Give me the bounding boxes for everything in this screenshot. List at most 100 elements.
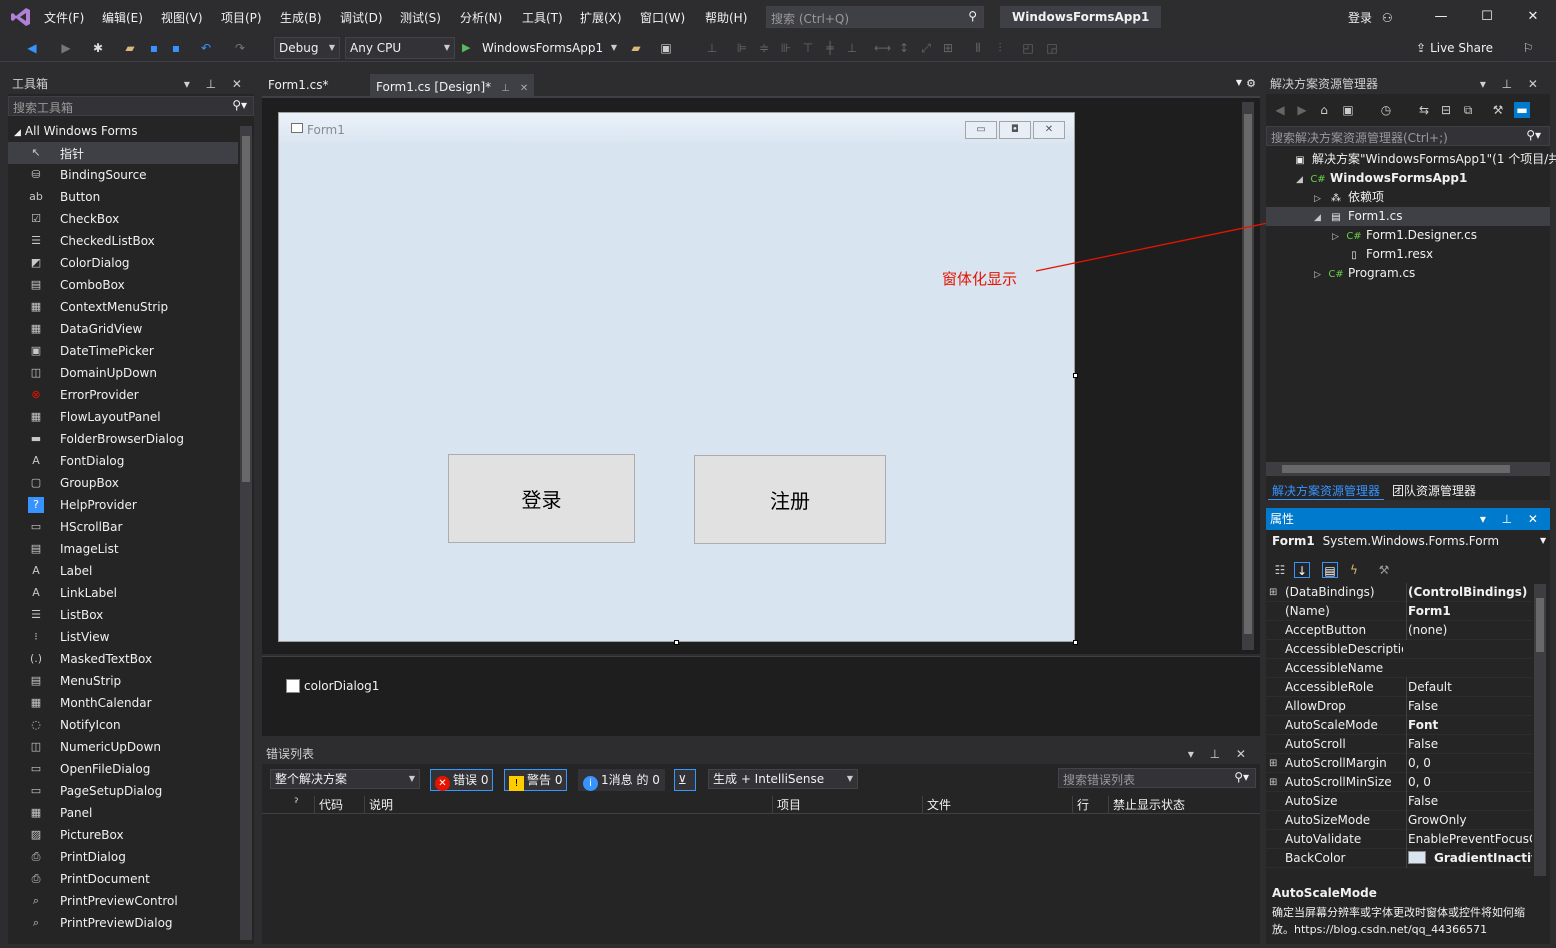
properties-view-icon[interactable]: ▤ <box>1322 562 1338 578</box>
undo-icon[interactable]: ↶ <box>198 40 214 56</box>
resize-handle-right[interactable] <box>1073 373 1078 378</box>
toolbox-item[interactable]: ⌕ PrintPreviewDialog <box>8 912 238 934</box>
messages-filter-button[interactable]: i 1消息 的 0 <box>578 769 665 791</box>
solution-explorer-search-input[interactable]: 搜索解决方案资源管理器(Ctrl+;) ⚲▾ <box>1266 126 1550 146</box>
toolbox-item[interactable]: ▭ HScrollBar <box>8 516 238 538</box>
property-value[interactable]: Form1 <box>1406 602 1532 621</box>
property-row[interactable]: ⊞ (DataBindings) (ControlBindings) <box>1266 583 1532 602</box>
start-debug-icon[interactable]: ▶ <box>462 41 470 54</box>
menu-item[interactable]: 扩展(X) <box>580 9 622 26</box>
property-row[interactable]: AccessibleDescriptio <box>1266 640 1532 659</box>
errors-filter-button[interactable]: ✕ 错误 0 <box>430 769 494 791</box>
toolbox-item[interactable]: ⎙ PrintDocument <box>8 868 238 890</box>
live-share-button[interactable]: ⇪ Live Share <box>1416 41 1493 55</box>
save-all-icon[interactable]: ▪ <box>168 40 184 56</box>
bring-to-front-icon[interactable]: ◰ <box>1020 40 1036 56</box>
chevron-down-icon[interactable]: ▼ <box>606 40 622 56</box>
column-description[interactable]: 说明 <box>364 796 393 814</box>
tree-item[interactable]: ▣ 解决方案"WindowsFormsApp1"(1 个项目/共 <box>1278 150 1556 169</box>
configuration-select[interactable]: Debug ▼ <box>274 37 340 59</box>
property-row[interactable]: ⊞ AutoScrollMinSize 0, 0 <box>1266 773 1532 792</box>
property-value[interactable]: Default <box>1406 678 1532 697</box>
toolbox-item[interactable]: ▦ MonthCalendar <box>8 692 238 714</box>
expand-arrow-icon[interactable]: ◢ <box>1314 209 1328 228</box>
panel-controls[interactable]: ▾ ⊥ ✕ <box>1480 74 1544 94</box>
tree-item[interactable]: ▷ C# Form1.Designer.cs <box>1332 226 1477 245</box>
toolbox-item[interactable]: ⛁ BindingSource <box>8 164 238 186</box>
redo-icon[interactable]: ↷ <box>232 40 248 56</box>
preview-icon[interactable]: ▬ <box>1514 102 1530 118</box>
pending-changes-icon[interactable]: ◷ <box>1378 102 1394 118</box>
property-pages-wrench-icon[interactable]: ⚒ <box>1376 562 1392 578</box>
scrollbar-thumb[interactable] <box>1536 598 1544 652</box>
show-all-files-icon[interactable]: ⧉ <box>1460 102 1476 118</box>
toolbox-item[interactable]: ☰ ListBox <box>8 604 238 626</box>
tree-item[interactable]: ▷ C# Program.cs <box>1314 264 1415 283</box>
designer-scrollbar[interactable] <box>1242 102 1254 650</box>
column-code[interactable]: 代码 <box>314 796 343 814</box>
events-lightning-icon[interactable]: ϟ <box>1346 562 1362 578</box>
toolbox-item[interactable]: ▨ PictureBox <box>8 824 238 846</box>
collapse-all-icon[interactable]: ⊟ <box>1438 102 1454 118</box>
solution-explorer-hscrollbar[interactable] <box>1266 462 1550 476</box>
toolbox-item[interactable]: ◫ DomainUpDown <box>8 362 238 384</box>
align-top-icon[interactable]: ⊤ <box>800 40 816 56</box>
visual-studio-logo-icon[interactable] <box>10 6 32 28</box>
expand-icon[interactable]: ⊞ <box>1269 754 1277 773</box>
menu-item[interactable]: 调试(D) <box>340 9 383 26</box>
tray-component-colordialog[interactable]: colorDialog1 <box>286 679 379 693</box>
vertical-spacing-icon[interactable]: ⫶ <box>992 40 1008 56</box>
property-row[interactable]: (Name) Form1 <box>1266 602 1532 621</box>
make-same-size-icon[interactable]: ⤢ <box>918 40 934 56</box>
toolbox-item[interactable]: ▤ ImageList <box>8 538 238 560</box>
property-row[interactable]: AccessibleRole Default <box>1266 678 1532 697</box>
toolbox-item[interactable]: ▤ ComboBox <box>8 274 238 296</box>
toolbox-item[interactable]: A Label <box>8 560 238 582</box>
column-project[interactable]: 项目 <box>772 796 801 814</box>
toolbox-item[interactable]: ab Button <box>8 186 238 208</box>
properties-object-select[interactable]: Form1 System.Windows.Forms.Form ▼ <box>1272 534 1546 548</box>
tab-form1-code[interactable]: Form1.cs* <box>262 74 335 96</box>
minimize-button[interactable]: — <box>1426 6 1456 28</box>
toolbox-item[interactable]: (.) MaskedTextBox <box>8 648 238 670</box>
new-project-icon[interactable]: ✱ <box>90 40 106 56</box>
toolbox-item[interactable]: ▦ ContextMenuStrip <box>8 296 238 318</box>
column-suppression[interactable]: 禁止显示状态 <box>1108 796 1185 814</box>
horizontal-spacing-icon[interactable]: ⫴ <box>970 40 986 56</box>
property-value[interactable]: GradientInactive <box>1406 849 1532 868</box>
toolbox-item[interactable]: ◫ NumericUpDown <box>8 736 238 758</box>
property-value[interactable]: False <box>1406 735 1532 754</box>
toolbox-item[interactable]: ▭ PageSetupDialog <box>8 780 238 802</box>
menu-item[interactable]: 帮助(H) <box>705 9 747 26</box>
panel-controls[interactable]: ▾ ⊥ ✕ <box>1480 508 1544 530</box>
toolbox-item[interactable]: ▭ OpenFileDialog <box>8 758 238 780</box>
toolbox-item[interactable]: A LinkLabel <box>8 582 238 604</box>
login-button[interactable]: 登录 <box>448 454 635 543</box>
property-row[interactable]: AutoSize False <box>1266 792 1532 811</box>
feedback-icon[interactable]: ⚐ <box>1520 40 1536 56</box>
align-center-icon[interactable]: ≑ <box>756 40 772 56</box>
properties-wrench-icon[interactable]: ⚒ <box>1490 102 1506 118</box>
toolbox-item[interactable]: ▤ MenuStrip <box>8 670 238 692</box>
menu-item[interactable]: 工具(T) <box>522 9 563 26</box>
scrollbar-thumb[interactable] <box>1244 114 1252 634</box>
column-line[interactable]: 行 <box>1072 796 1089 814</box>
toolbox-item[interactable]: ▦ FlowLayoutPanel <box>8 406 238 428</box>
menu-item[interactable]: 项目(P) <box>221 9 262 26</box>
toolbox-item[interactable]: ☰ CheckedListBox <box>8 230 238 252</box>
toolbox-item[interactable]: ↖ 指针 <box>8 142 238 164</box>
layout-icon[interactable]: ▣ <box>658 40 674 56</box>
property-row[interactable]: ⊞ AutoScrollMargin 0, 0 <box>1266 754 1532 773</box>
make-same-height-icon[interactable]: ↕ <box>896 40 912 56</box>
make-same-width-icon[interactable]: ⟷ <box>874 40 891 56</box>
tree-item[interactable]: ▷ ⁂ 依赖项 <box>1314 188 1384 207</box>
clear-filter-icon[interactable]: ⊻ <box>674 769 696 791</box>
menu-item[interactable]: 编辑(E) <box>102 9 143 26</box>
toolbox-item[interactable]: ◩ ColorDialog <box>8 252 238 274</box>
toolbox-item[interactable]: ⌕ PrintPreviewControl <box>8 890 238 912</box>
property-value[interactable]: GrowOnly <box>1406 811 1532 830</box>
expand-icon[interactable]: ⊞ <box>1269 773 1277 792</box>
forward-icon[interactable]: ▶ <box>1294 102 1310 118</box>
sync-icon[interactable]: ⇆ <box>1416 102 1432 118</box>
expand-arrow-icon[interactable]: ◢ <box>1296 171 1310 190</box>
